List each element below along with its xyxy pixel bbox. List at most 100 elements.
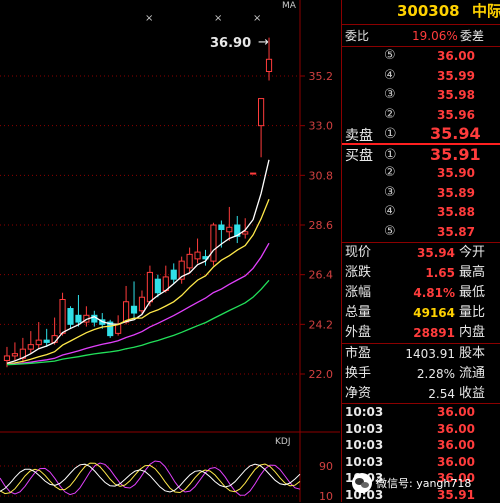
sell-level-row: ④ 35.99 (342, 66, 500, 86)
ma-indicator-label: MA (282, 1, 297, 11)
peak-price-label: 36.90 (210, 36, 251, 51)
sell-level-row: ⑤ 36.00 (342, 46, 500, 66)
stat-value: 35.94 (417, 246, 455, 260)
stat-row: 总量 49164 量比 (342, 303, 500, 323)
buy-level-row: ③ 35.89 (342, 183, 500, 203)
stock-code: 300308 (397, 2, 460, 20)
y-tick-label: 26.4 (309, 269, 334, 282)
stat2-row: 净资 2.54 收益 (342, 384, 500, 404)
candle-body (265, 58, 273, 72)
candle-body (210, 224, 217, 262)
stat-label2: 收益 (459, 386, 486, 401)
candle-body (115, 323, 122, 334)
candle-body (3, 355, 11, 361)
buy-level-row: ⑤ 35.87 (342, 222, 500, 242)
trade-row: 10:03 36.00 (342, 454, 500, 470)
stat-label2: 内盘 (459, 325, 486, 340)
sell-price: 36.00 (437, 49, 475, 63)
candle-body (242, 231, 249, 235)
candle-body (170, 269, 177, 280)
level-number: ④ (384, 67, 396, 83)
stat-row: 外盘 28891 内盘 (342, 323, 500, 343)
stat-label: 涨幅 (345, 285, 372, 300)
y-tick-label: 24.2 (309, 318, 334, 331)
candle-body (218, 224, 225, 231)
trade-time: 10:03 (345, 438, 384, 452)
stock-name: 中际 (472, 2, 500, 20)
buy-price: 35.87 (437, 224, 475, 239)
stat2-row: 市盈 1403.91 股本 (342, 344, 500, 364)
sell-level-row: ② 35.96 (342, 105, 500, 125)
wechat-watermark: 微信号: yangh718 (352, 470, 500, 496)
stat-row: 涨跌 1.65 最高 (342, 263, 500, 283)
stat-label: 换手 (345, 366, 372, 381)
y-tick-label: 22.0 (309, 368, 334, 381)
candle-body (59, 299, 66, 334)
level-number: ③ (384, 184, 396, 200)
candle-body (194, 251, 201, 260)
stat-value: 1.65 (425, 266, 455, 280)
trade-time: 10:03 (345, 454, 384, 469)
candle-body (250, 172, 257, 175)
stat-label: 涨跌 (345, 265, 372, 280)
star-marker: × (145, 13, 153, 24)
candle-body (123, 301, 130, 323)
stat-value: 2.28% (416, 367, 455, 381)
candle-body (154, 278, 161, 294)
stock-header: 300308 中际 (342, 0, 500, 22)
trade-row: 10:03 36.00 (342, 404, 500, 420)
stat-value: 28891 (413, 326, 455, 340)
buy-level-row: ① 35.91 (342, 145, 500, 165)
stat-row: 现价 35.94 今开 (342, 243, 500, 263)
trade-price: 36.00 (437, 438, 475, 452)
stat-label2: 量比 (459, 305, 486, 320)
stat-value: 2.54 (428, 387, 455, 401)
stat-label2: 最高 (459, 265, 486, 280)
trade-row: 10:03 36.00 (342, 421, 500, 437)
stat-label: 净资 (345, 386, 372, 401)
stat-label: 现价 (345, 245, 372, 260)
level-number: ② (384, 165, 396, 180)
trade-time: 10:03 (345, 405, 384, 419)
buy-price: 35.88 (437, 205, 475, 219)
trade-price: 36.00 (437, 421, 475, 436)
quote-panel: 300308 中际 委比 19.06% 委差 ⑤ 36.00 ④ 35.99 ③ 35.9… (341, 0, 500, 502)
star-marker: × (214, 13, 222, 24)
y-tick-label: 28.6 (309, 219, 334, 232)
stat-label2: 股本 (459, 346, 486, 361)
level-number: ① (384, 147, 397, 163)
candle-body (27, 344, 34, 350)
kdj-tick-label: 10 (319, 490, 333, 502)
y-tick-label: 35.2 (309, 70, 334, 83)
y-tick-label: 30.8 (309, 169, 334, 182)
sell-price: 35.98 (437, 88, 475, 102)
trade-price: 36.00 (437, 405, 475, 419)
kdj-tick-label: 90 (319, 460, 333, 473)
level-number: ④ (384, 204, 396, 219)
level-number: ⑤ (384, 48, 396, 63)
buy-level-row: ② 35.90 (342, 163, 500, 183)
stat-label: 外盘 (345, 325, 372, 340)
peak-arrow-icon: → (258, 35, 269, 50)
stat-value: 4.81% (413, 286, 455, 300)
candle-body (226, 226, 233, 233)
candle-body (146, 271, 153, 303)
weibi-row: 委比 19.06% 委差 (345, 29, 485, 43)
sell-level-row: ③ 35.98 (342, 85, 500, 105)
wechat-icon (352, 473, 372, 493)
candle-body (43, 339, 50, 343)
buy-price: 35.91 (430, 145, 481, 164)
sell-price: 35.99 (437, 68, 475, 83)
buy-price: 35.90 (437, 166, 475, 180)
candle-body (75, 314, 82, 323)
kline-chart[interactable]: 35.2 33.0 30.8 28.6 26.4 24.2 22.0 90 10 MA KDJ × × ×… (0, 0, 340, 502)
stat-row: 涨幅 4.81% 最低 (342, 283, 500, 303)
stat-label2: 流通 (459, 366, 486, 381)
kdj-indicator-label: KDJ (275, 437, 291, 447)
buy-level-row: ④ 35.88 (342, 202, 500, 222)
buy-price: 35.89 (437, 185, 475, 200)
candle-body (67, 308, 74, 325)
sell-price: 35.96 (437, 107, 475, 122)
stat-label2: 最低 (459, 285, 486, 300)
ma60-line (6, 279, 270, 366)
